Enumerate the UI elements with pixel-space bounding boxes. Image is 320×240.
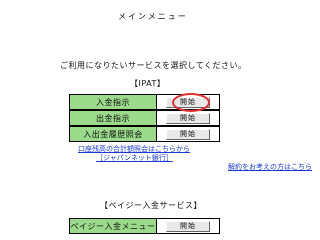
- ipat-row-history: 入出金履歴照会 開始: [69, 126, 220, 142]
- payeasy-heading: 【ペイジー入金サービス】: [100, 201, 202, 210]
- payeasy-start-button[interactable]: 開始: [166, 220, 210, 232]
- intro-text: ご利用になりたいサービスを選択してください。: [60, 61, 247, 70]
- row-label: 入金指示: [70, 95, 157, 109]
- japannet-bank-link[interactable]: ［ジャパンネット銀行］: [96, 153, 173, 163]
- withdraw-start-button[interactable]: 開始: [166, 112, 210, 124]
- row-label: ペイジー入金メニュー: [70, 219, 157, 233]
- ipat-row-withdraw: 出金指示 開始: [69, 110, 220, 126]
- row-label: 出金指示: [70, 111, 157, 125]
- row-label: 入出金履歴照会: [70, 127, 157, 141]
- cancellation-link[interactable]: 解約をお考えの方はこちら: [228, 162, 312, 172]
- ipat-heading: 【IPAT】: [130, 79, 166, 88]
- history-start-button[interactable]: 開始: [166, 128, 210, 140]
- page-title: メインメニュー: [118, 12, 188, 21]
- highlight-circle: [172, 93, 210, 112]
- payeasy-row: ペイジー入金メニュー 開始: [69, 218, 220, 234]
